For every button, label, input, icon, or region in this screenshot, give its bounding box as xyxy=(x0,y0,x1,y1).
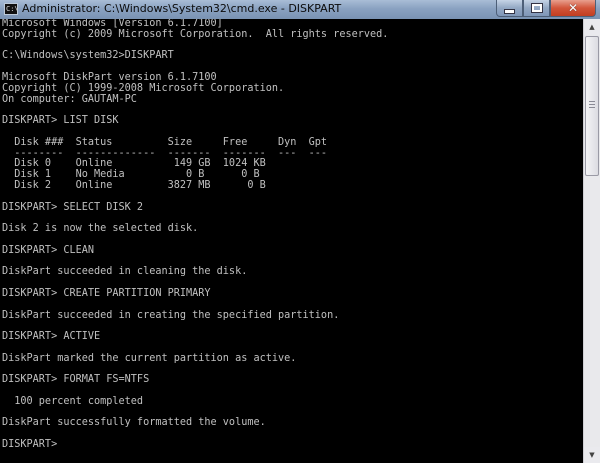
console-line: DiskPart succeeded in cleaning the disk. xyxy=(2,266,248,278)
minimize-icon xyxy=(504,8,515,14)
maximize-button[interactable] xyxy=(523,0,550,17)
console-line: DiskPart succeeded in creating the speci… xyxy=(2,309,340,321)
caption-buttons: ✕ xyxy=(496,0,596,18)
console-line: Disk 0 Online 149 GB 1024 KB xyxy=(2,158,266,170)
console-line: Copyright (C) 1999-2008 Microsoft Corpor… xyxy=(2,82,285,94)
console-line: DISKPART> FORMAT FS=NTFS xyxy=(2,374,150,386)
console-line: Microsoft Windows [Version 6.1.7100] xyxy=(2,19,223,29)
console-output[interactable]: Microsoft Windows [Version 6.1.7100] Cop… xyxy=(0,19,583,463)
close-button[interactable]: ✕ xyxy=(550,0,596,17)
console-line: 100 percent completed xyxy=(2,395,144,407)
console-line: DiskPart marked the current partition as… xyxy=(2,352,297,364)
chevron-down-icon: ▼ xyxy=(589,451,595,459)
console-line: C:\Windows\system32>DISKPART xyxy=(2,50,174,62)
minimize-button[interactable] xyxy=(496,0,523,17)
console-line: DISKPART> SELECT DISK 2 xyxy=(2,201,144,213)
grip-line xyxy=(589,101,595,102)
chevron-up-icon: ▲ xyxy=(589,23,595,31)
console-line: DISKPART> CLEAN xyxy=(2,244,95,256)
console-line: DISKPART> xyxy=(2,439,64,451)
vertical-scrollbar[interactable]: ▲ ▼ xyxy=(583,19,600,463)
console-line: Disk ### Status Size Free Dyn Gpt xyxy=(2,136,328,148)
console-line: Microsoft DiskPart version 6.1.7100 xyxy=(2,71,217,83)
title-bar[interactable]: C:\ Administrator: C:\Windows\System32\c… xyxy=(0,0,600,19)
console-line: -------- ------------- ------- ------- -… xyxy=(2,147,328,159)
scroll-down-button[interactable]: ▼ xyxy=(584,447,600,463)
grip-line xyxy=(589,104,595,105)
console-line: DISKPART> CREATE PARTITION PRIMARY xyxy=(2,287,211,299)
grip-line xyxy=(589,107,595,108)
console-line: On computer: GAUTAM-PC xyxy=(2,93,137,105)
cmd-icon[interactable]: C:\ xyxy=(4,3,18,15)
console-line: Copyright (c) 2009 Microsoft Corporation… xyxy=(2,28,389,40)
console-line: Disk 2 is now the selected disk. xyxy=(2,223,199,235)
console-line: Disk 1 No Media 0 B 0 B xyxy=(2,169,260,181)
maximize-icon xyxy=(530,3,543,13)
cmd-window: C:\ Administrator: C:\Windows\System32\c… xyxy=(0,0,600,463)
console-text: Microsoft Windows [Version 6.1.7100] Cop… xyxy=(0,19,583,451)
scroll-thumb[interactable] xyxy=(585,36,599,176)
console-line: DiskPart successfully formatted the volu… xyxy=(2,417,266,429)
console-line: Disk 2 Online 3827 MB 0 B xyxy=(2,179,266,191)
close-icon: ✕ xyxy=(567,1,579,15)
console-line: DISKPART> LIST DISK xyxy=(2,115,119,127)
scroll-up-button[interactable]: ▲ xyxy=(584,19,600,35)
console-line: DISKPART> ACTIVE xyxy=(2,331,101,343)
window-title: Administrator: C:\Windows\System32\cmd.e… xyxy=(22,2,342,15)
